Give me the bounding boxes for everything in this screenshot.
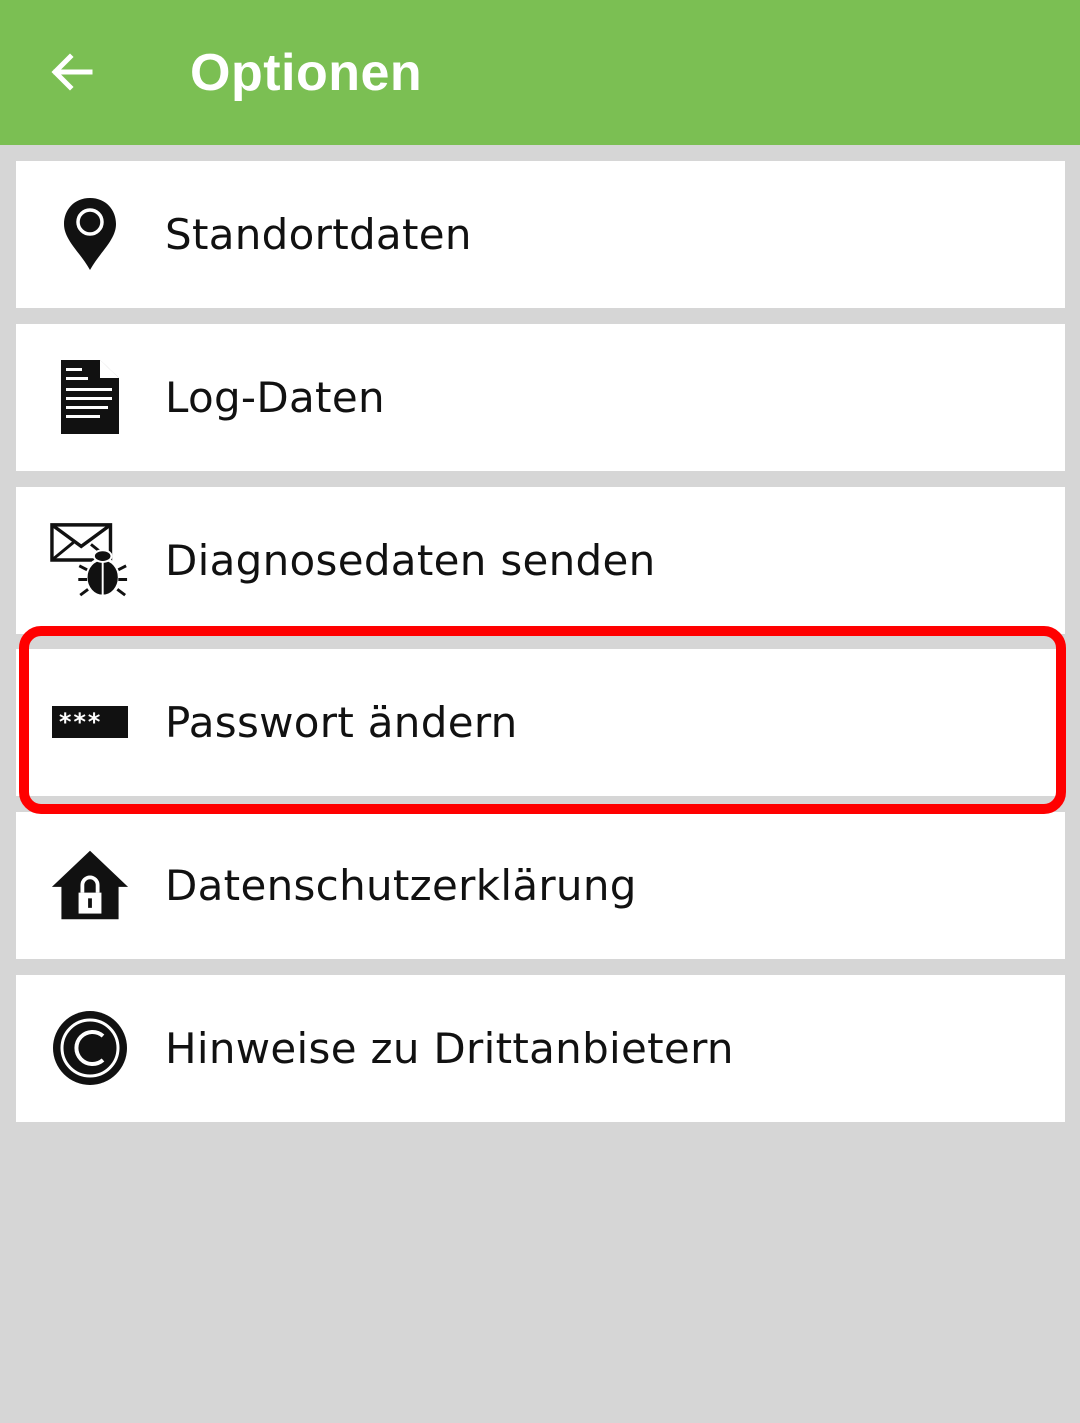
menu-item-label: Datenschutzerklärung	[165, 861, 637, 910]
menu-item-datenschutzerklaerung[interactable]: Datenschutzerklärung	[16, 812, 1065, 959]
menu-item-label: Standortdaten	[165, 210, 472, 259]
menu-item-label: Log-Daten	[165, 373, 385, 422]
menu-item-standortdaten[interactable]: Standortdaten	[16, 161, 1065, 308]
menu-item-log-daten[interactable]: Log-Daten	[16, 324, 1065, 471]
options-list: Standortdaten Log-Daten Diagnosedaten se…	[0, 0, 1080, 1423]
menu-item-label: Hinweise zu Drittanbietern	[165, 1024, 734, 1073]
document-icon	[50, 357, 130, 437]
menu-item-label: Diagnosedaten senden	[165, 536, 656, 585]
menu-item-label: Passwort ändern	[165, 698, 518, 747]
menu-item-hinweise-drittanbieter[interactable]: Hinweise zu Drittanbietern	[16, 975, 1065, 1122]
password-field-icon: ***	[50, 682, 130, 762]
menu-item-diagnosedaten-senden[interactable]: Diagnosedaten senden	[16, 487, 1065, 634]
location-pin-icon	[50, 194, 130, 274]
menu-item-passwort-aendern[interactable]: *** Passwort ändern	[16, 649, 1065, 796]
svg-text:***: ***	[58, 708, 101, 736]
house-lock-icon	[50, 845, 130, 925]
copyright-icon	[50, 1008, 130, 1088]
mail-bug-icon	[50, 520, 130, 600]
